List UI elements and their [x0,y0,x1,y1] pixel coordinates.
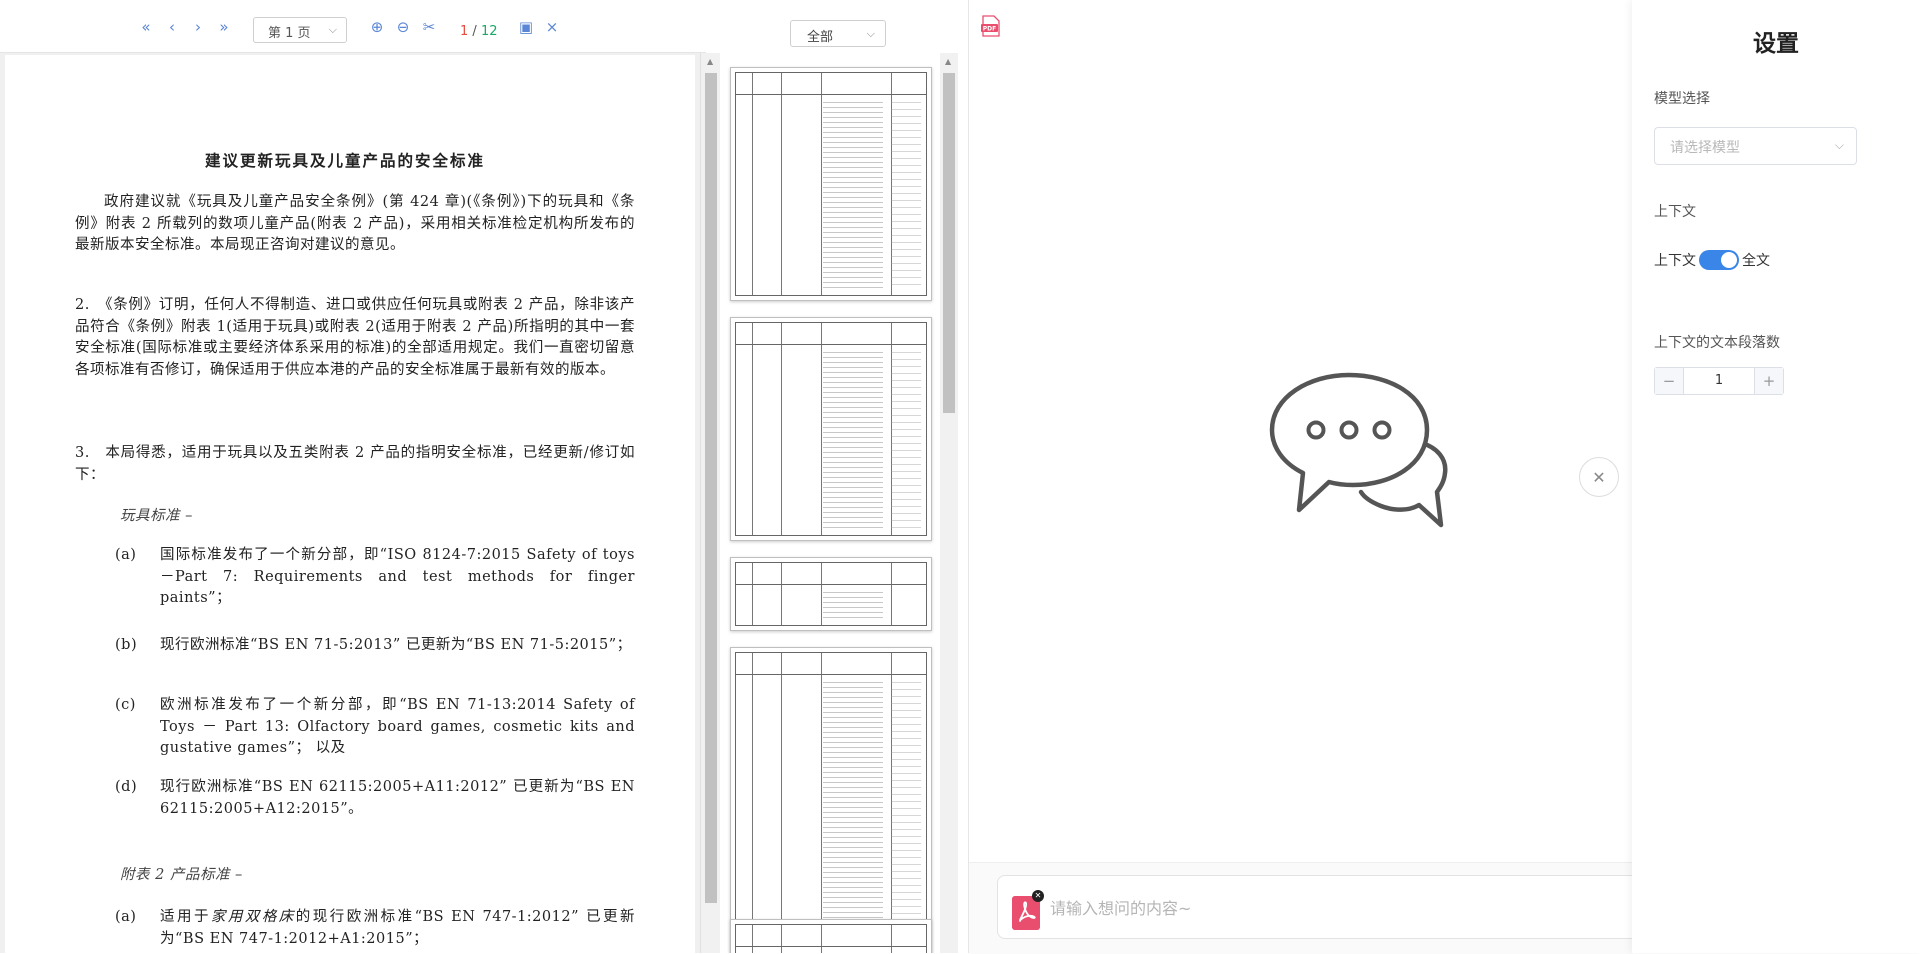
chevron-down-icon: ⌵ [866,27,875,40]
last-page-icon[interactable]: » [215,18,233,36]
document-page: 建议更新玩具及儿童产品的安全标准 政府建议就《玩具及儿童产品安全条例》(第 42… [5,55,695,953]
thumbnail-text [823,352,883,530]
chat-footer: ✕ [969,862,1659,954]
previous-page-icon[interactable]: ‹ [163,18,181,36]
page-counter: 1 / 12 [460,24,498,39]
context-label: 上下文 [1654,204,1696,220]
chevron-down-icon: ⌵ [328,23,337,36]
page-select[interactable]: 第 1 页 ⌵ [253,17,347,43]
model-select-label: 模型选择 [1654,91,1710,107]
cut-icon[interactable]: ✂ [420,18,438,36]
page-thumbnail[interactable] [730,317,932,541]
svg-text:PDF: PDF [983,26,996,33]
chat-bubbles-icon [1269,372,1448,528]
thumbnail-header [735,924,927,947]
thumbnail-header [735,652,927,675]
thumbnail-text [823,102,883,290]
pdf-file-icon[interactable]: PDF [981,15,1001,37]
text-emphasis: 家用双格床 [210,909,296,925]
list-item-label: (a) [115,547,137,563]
thumbnail-text [891,102,921,290]
settings-title: 设置 [1753,31,1799,57]
context-mode-switch-row: 上下文 全文 [1654,250,1770,270]
zoom-in-icon[interactable]: ⊕ [368,18,386,36]
first-page-icon[interactable]: « [137,18,155,36]
page-thumbnail[interactable] [730,647,932,953]
list-item-text: 现行欧洲标准“BS EN 62115:2005+A11:2012” 已更新为“B… [160,779,635,817]
zoom-out-icon[interactable]: ⊖ [394,18,412,36]
list-item-label: (b) [115,637,138,653]
paragraph-2: 2. 《条例》订明，任何人不得制造、进口或供应任何玩具或附表 2 产品，除非该产… [75,297,635,378]
remove-attachment-icon[interactable]: ✕ [1032,890,1044,902]
thumbnail-text [823,682,883,946]
page-thumbnail[interactable] [730,919,932,953]
page-select-value: 第 1 页 [268,26,311,41]
model-select[interactable]: 请选择模型 ⌵ [1654,127,1857,165]
scrollbar-thumb[interactable] [943,73,955,413]
next-page-icon[interactable]: › [189,18,207,36]
switch-left-label: 上下文 [1654,253,1696,269]
schedule-2-standards-heading: 附表 2 产品标准 – [120,867,243,883]
paragraph-count-value[interactable]: 1 [1683,373,1755,388]
chevron-down-icon: ⌵ [1834,138,1844,152]
document-viewport[interactable]: 建议更新玩具及儿童产品的安全标准 政府建议就《玩具及儿童产品安全条例》(第 42… [0,53,700,953]
thumbnail-header [735,562,927,585]
list-item-label: (d) [115,779,138,795]
switch-right-label: 全文 [1742,253,1770,269]
list-item-label: (a) [115,909,137,925]
page-separator: / [472,24,477,39]
thumbnail-header [735,72,927,95]
chat-input-box: ✕ [997,875,1659,939]
toy-standards-heading: 玩具标准 – [120,508,193,524]
chat-input[interactable] [1048,894,1572,922]
paragraph-count-label: 上下文的文本段落数 [1654,335,1780,351]
settings-panel: 设置 模型选择 请选择模型 ⌵ 上下文 上下文 全文 上下文的文本段落数 − 1… [1632,0,1920,953]
thumbnail-text [891,352,921,530]
total-pages: 12 [480,24,498,39]
document-scrollbar[interactable]: ▲ [700,53,721,953]
model-select-placeholder: 请选择模型 [1670,140,1740,156]
thumbnail-text [891,682,921,946]
thumbnail-scrollbar[interactable]: ▲ [940,53,958,953]
increment-button[interactable]: + [1754,368,1783,394]
decrement-button[interactable]: − [1655,368,1684,394]
filter-select-value: 全部 [807,30,834,45]
paragraph-1: 政府建议就《玩具及儿童产品安全条例》(第 424 章)(《条例》)下的玩具和《条… [75,194,635,253]
list-item-text: 现行欧洲标准“BS EN 71-5:2013” 已更新为“BS EN 71-5:… [160,637,632,653]
list-item-text: 国际标准发布了一个新分部，即“ISO 8124-7:2015 Safety of… [160,547,635,606]
page-thumbnail[interactable] [730,67,932,301]
paragraph-3: 3. 本局得悉，适用于玩具以及五类附表 2 产品的指明安全标准，已经更新/修订如… [75,445,635,483]
list-item-label: (c) [115,697,136,713]
image-icon[interactable]: ▣ [517,18,535,36]
filter-select[interactable]: 全部 ⌵ [790,20,886,47]
scrollbar-thumb[interactable] [705,73,717,903]
text-fragment: 适用于 [160,909,211,925]
chat-panel: PDF ✕ ✕ [968,0,1659,954]
scroll-up-icon[interactable]: ▲ [945,57,951,66]
list-item-text: 适用于家用双格床的现行欧洲标准“BS EN 747-1:2012” 已更新为“B… [160,907,635,950]
page-thumbnail[interactable] [730,557,932,631]
viewer-toolbar: « ‹ › » 第 1 页 ⌵ ⊕ ⊖ ✂ 1 / 12 ▣ × [0,0,706,53]
close-icon[interactable]: ✕ [1579,457,1619,497]
thumbnail-panel[interactable] [720,53,940,953]
thumbnail-header [735,322,927,345]
context-mode-toggle[interactable] [1699,250,1739,270]
close-icon[interactable]: × [543,18,561,36]
paragraph-count-stepper: − 1 + [1654,367,1784,395]
current-page: 1 [460,24,469,39]
document-title: 建议更新玩具及儿童产品的安全标准 [205,151,486,170]
toggle-knob [1721,252,1737,268]
list-item-text: 欧洲标准发布了一个新分部，即“BS EN 71-13:2014 Safety o… [160,697,635,756]
scroll-up-icon[interactable]: ▲ [707,57,713,66]
thumbnail-text [823,592,883,620]
